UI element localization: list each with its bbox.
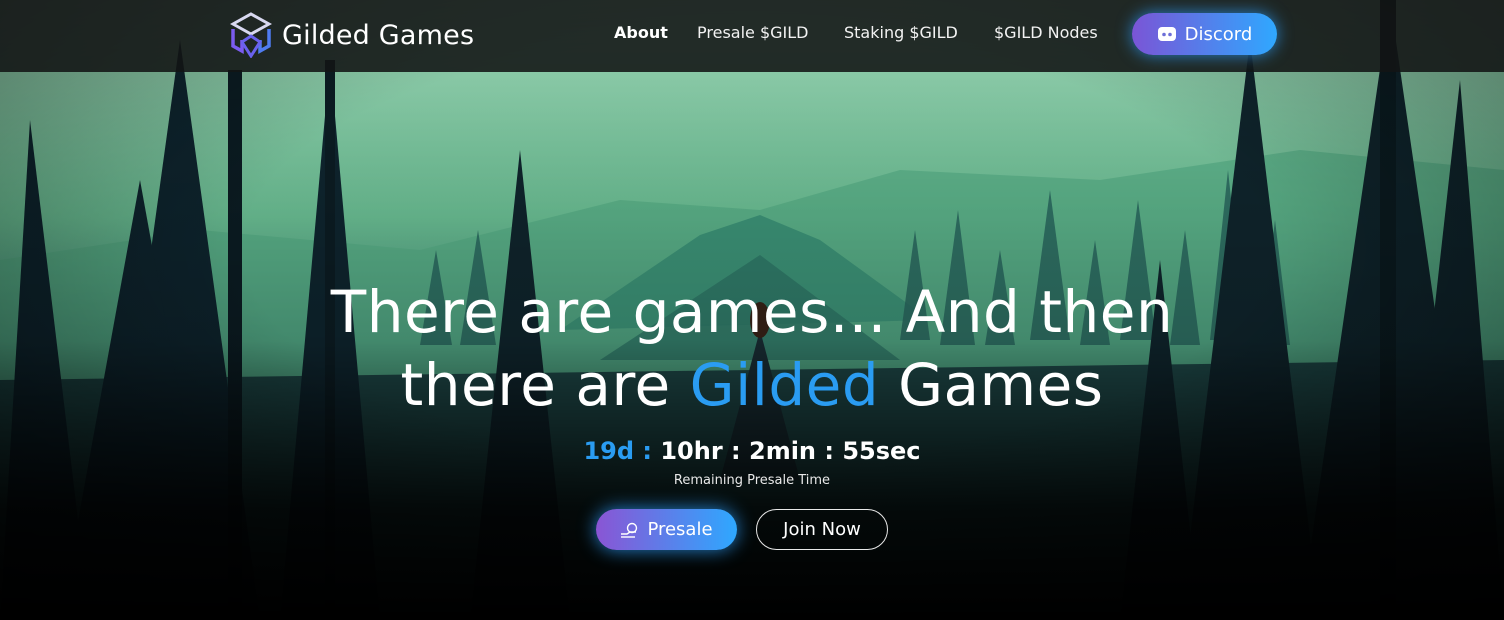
headline-line-2-end: Games — [879, 351, 1104, 419]
headline-line-2-start: there are — [400, 351, 690, 419]
join-now-label: Join Now — [783, 519, 861, 540]
nav-link-presale[interactable]: Presale $GILD — [697, 23, 808, 42]
coin-hand-icon — [621, 522, 638, 538]
presale-label: Presale — [647, 519, 713, 540]
top-navbar: Gilded Games About Presale $GILD Staking… — [0, 0, 1504, 72]
nav-link-staking[interactable]: Staking $GILD — [844, 23, 958, 42]
headline-line-2: there are Gilded Games — [0, 349, 1504, 422]
join-now-button[interactable]: Join Now — [756, 509, 888, 550]
countdown-time: 10hr : 2min : 55sec — [660, 437, 921, 465]
countdown-caption: Remaining Presale Time — [673, 473, 831, 488]
discord-icon — [1157, 27, 1176, 41]
discord-button[interactable]: Discord — [1132, 13, 1277, 55]
brand-logo[interactable]: Gilded Games — [230, 12, 474, 58]
hero-headline: There are games... And then there are Gi… — [0, 276, 1504, 422]
brand-name: Gilded Games — [282, 19, 475, 51]
cube-logo-icon — [230, 12, 272, 58]
discord-label: Discord — [1184, 23, 1253, 45]
nav-link-about[interactable]: About — [614, 23, 668, 42]
presale-countdown: 19d : 10hr : 2min : 55sec — [0, 437, 1504, 465]
presale-button[interactable]: Presale — [596, 509, 737, 550]
nav-link-nodes[interactable]: $GILD Nodes — [994, 23, 1098, 42]
headline-line-1: There are games... And then — [330, 278, 1174, 346]
headline-accent-word: Gilded — [689, 351, 880, 419]
countdown-days: 19d : — [583, 437, 652, 465]
